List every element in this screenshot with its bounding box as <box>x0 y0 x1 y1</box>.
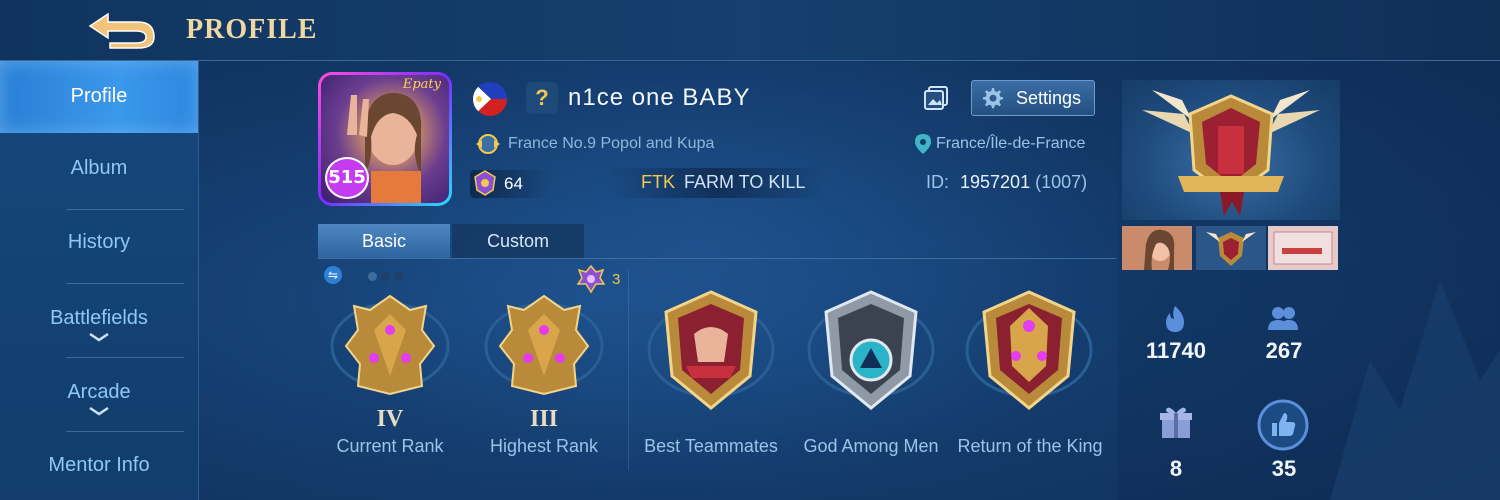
page-dot <box>368 272 377 281</box>
document-thumbnail[interactable] <box>1268 226 1338 270</box>
god-among-men-label: God Among Men <box>803 436 939 456</box>
sidebar-item-album[interactable]: Album <box>0 157 198 180</box>
sidebar-item-label: Battlefields <box>50 307 148 329</box>
philippines-flag-icon <box>473 82 507 116</box>
avatar-signature: Epaty <box>402 77 441 92</box>
likes-value: 35 <box>1271 456 1297 481</box>
fire-icon <box>1166 306 1184 332</box>
mythic-crest-icon <box>1142 90 1320 216</box>
tab-custom[interactable]: Custom <box>452 224 584 258</box>
sidebar-divider <box>66 431 184 432</box>
gear-icon <box>983 88 1003 109</box>
featured-badge-panel[interactable] <box>1122 80 1340 220</box>
gift-icon[interactable] <box>1158 404 1194 440</box>
followers-icon <box>1268 307 1298 330</box>
gifts-value: 8 <box>1169 456 1183 481</box>
settings-button[interactable]: Settings <box>971 80 1095 116</box>
settings-label: Settings <box>1016 88 1082 108</box>
god-among-men-medal-icon[interactable] <box>806 286 936 416</box>
avatar-level-badge: 515 <box>325 157 369 199</box>
sidebar-divider <box>66 209 184 210</box>
squad-line[interactable]: France No.9 Popol and Kupa <box>474 132 714 156</box>
thumbs-up-icon[interactable] <box>1256 398 1310 452</box>
sidebar-divider <box>66 357 184 358</box>
squad-name: France No.9 Popol and Kupa <box>508 135 715 153</box>
sidebar: Profile Album History Battlefields Arcad… <box>0 61 199 500</box>
sidebar-item-label: Album <box>70 157 128 179</box>
sidebar-item-history[interactable]: History <box>0 231 198 254</box>
popularity-value: 11740 <box>1146 338 1206 363</box>
sidebar-item-label: Mentor Info <box>48 454 150 476</box>
id-label: ID: <box>926 172 950 192</box>
sidebar-item-profile[interactable]: Profile <box>0 61 198 133</box>
current-rank-numeral: IV <box>376 406 404 432</box>
tab-basic[interactable]: Basic <box>318 224 450 258</box>
current-rank-label: Current Rank <box>336 436 444 456</box>
return-of-the-king-label: Return of the King <box>957 436 1103 456</box>
page-dot <box>394 272 403 281</box>
sidebar-divider <box>66 283 184 284</box>
id-value[interactable]: 1957201 (1007) <box>960 172 1087 193</box>
crest-thumbnail[interactable] <box>1196 226 1266 270</box>
sidebar-item-mentor-info[interactable]: Mentor Info <box>0 454 198 477</box>
squad-full-name: FARM TO KILL <box>684 172 806 192</box>
highest-rank-label: Highest Rank <box>489 436 599 456</box>
best-teammates-label: Best Teammates <box>644 436 778 456</box>
sidebar-item-label: History <box>67 231 131 253</box>
unknown-badge[interactable]: ? <box>526 82 558 114</box>
background-mountains <box>1330 280 1500 500</box>
back-arrow-icon[interactable] <box>84 8 160 50</box>
page-title: PROFILE <box>186 14 318 45</box>
highest-rank-numeral: III <box>529 406 559 432</box>
star-count: 3 <box>612 271 621 288</box>
player-id: 1957201 <box>960 172 1031 192</box>
gallery-icon[interactable] <box>922 84 950 112</box>
tab-underline <box>318 258 1116 259</box>
server-id: (1007) <box>1035 172 1088 192</box>
avatar[interactable]: Epaty 515 <box>318 72 452 206</box>
chevron-down-icon <box>89 332 109 342</box>
squad-tag: FTK <box>641 172 675 192</box>
avatar-photo: Epaty 515 <box>321 75 449 203</box>
squad-emblem-icon <box>476 134 500 154</box>
sidebar-item-label: Profile <box>70 85 128 107</box>
page-dot <box>381 272 390 281</box>
top-bar: PROFILE <box>0 0 1500 61</box>
chevron-down-icon <box>89 406 109 416</box>
followers-value: 267 <box>1265 338 1303 363</box>
sidebar-item-label: Arcade <box>67 381 131 403</box>
best-teammates-medal-icon[interactable] <box>646 286 776 416</box>
sidebar-item-arcade[interactable]: Arcade <box>0 381 198 416</box>
mode-icon[interactable]: ⇋ <box>324 266 342 284</box>
player-name: n1ce one BABY <box>568 84 751 111</box>
player-level: 64 <box>504 174 523 193</box>
location-text: France/Île-de-France <box>936 135 1086 153</box>
location: France/Île-de-France <box>914 133 1085 155</box>
sidebar-item-battlefields[interactable]: Battlefields <box>0 307 198 342</box>
profile-photo-thumbnail[interactable] <box>1122 226 1192 270</box>
section-divider <box>628 270 629 470</box>
location-pin-icon <box>915 134 931 154</box>
page-dots <box>368 268 407 286</box>
return-of-the-king-medal-icon[interactable] <box>964 286 1094 416</box>
level-emblem-icon <box>474 170 496 196</box>
highest-rank-medal-icon[interactable] <box>484 290 604 400</box>
current-rank-medal-icon[interactable] <box>330 290 450 400</box>
